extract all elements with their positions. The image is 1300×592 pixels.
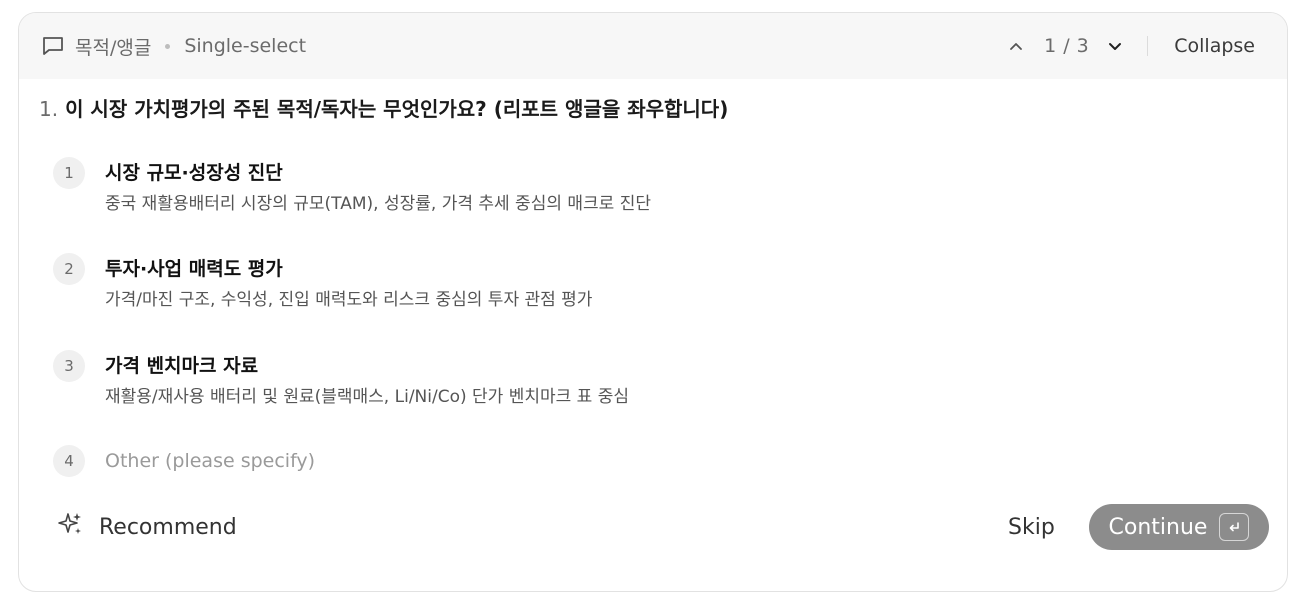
option-description: 재활용/재사용 배터리 및 원료(블랙매스, Li/Ni/Co) 단가 벤치마크… xyxy=(105,387,629,407)
header-right: 1 / 3 Collapse xyxy=(1006,13,1255,79)
card-header: 목적/앵글 Single-select 1 / 3 Collapse xyxy=(19,13,1287,79)
question-number: 1. xyxy=(39,97,59,121)
option-description: 중국 재활용배터리 시장의 규모(TAM), 성장률, 가격 추세 중심의 매크… xyxy=(105,194,651,214)
question-title: 1. 이 시장 가치평가의 주된 목적/독자는 무엇인가요? (리포트 앵글을 … xyxy=(39,93,728,122)
option-1[interactable]: 1 시장 규모·성장성 진단 중국 재활용배터리 시장의 규모(TAM), 성장… xyxy=(53,157,651,215)
option-content: 시장 규모·성장성 진단 중국 재활용배터리 시장의 규모(TAM), 성장률,… xyxy=(105,161,651,215)
recommend-label: Recommend xyxy=(99,514,237,540)
continue-button[interactable]: Continue xyxy=(1089,504,1269,550)
chevron-down-icon[interactable] xyxy=(1105,36,1125,56)
header-divider xyxy=(1147,36,1149,56)
option-title: 시장 규모·성장성 진단 xyxy=(105,162,283,184)
option-title: 가격 벤치마크 자료 xyxy=(105,355,259,377)
option-content: 가격 벤치마크 자료 재활용/재사용 배터리 및 원료(블랙매스, Li/Ni/… xyxy=(105,354,629,408)
option-description: 가격/마진 구조, 수익성, 진입 매력도와 리스크 중심의 투자 관점 평가 xyxy=(105,290,593,310)
question-card: 목적/앵글 Single-select 1 / 3 Collapse 1. 이 … xyxy=(18,12,1288,592)
header-mode: Single-select xyxy=(184,35,307,57)
header-left: 목적/앵글 Single-select xyxy=(41,33,306,60)
option-index-badge: 2 xyxy=(53,253,85,285)
pager-indicator: 1 / 3 xyxy=(1044,35,1090,57)
option-index-badge: 4 xyxy=(53,445,85,477)
card-footer: Recommend Skip Continue xyxy=(19,501,1287,553)
option-title: 투자·사업 매력도 평가 xyxy=(105,258,283,280)
chevron-up-icon[interactable] xyxy=(1006,36,1026,56)
recommend-button[interactable]: Recommend xyxy=(57,501,237,553)
enter-key-icon xyxy=(1219,513,1250,541)
option-content: Other (please specify) xyxy=(105,449,315,473)
option-other[interactable]: 4 Other (please specify) xyxy=(53,445,315,477)
comment-icon xyxy=(41,35,65,57)
option-3[interactable]: 3 가격 벤치마크 자료 재활용/재사용 배터리 및 원료(블랙매스, Li/N… xyxy=(53,350,629,408)
option-index-badge: 1 xyxy=(53,157,85,189)
skip-button[interactable]: Skip xyxy=(1008,501,1055,553)
question-text: 이 시장 가치평가의 주된 목적/독자는 무엇인가요? (리포트 앵글을 좌우합… xyxy=(65,97,729,121)
sparkle-icon xyxy=(57,511,83,543)
collapse-button[interactable]: Collapse xyxy=(1174,35,1255,57)
option-other-label: Other (please specify) xyxy=(105,450,316,472)
separator-dot xyxy=(165,43,171,49)
continue-label: Continue xyxy=(1108,514,1208,540)
option-2[interactable]: 2 투자·사업 매력도 평가 가격/마진 구조, 수익성, 진입 매력도와 리스… xyxy=(53,253,592,311)
option-content: 투자·사업 매력도 평가 가격/마진 구조, 수익성, 진입 매력도와 리스크 … xyxy=(105,257,592,311)
header-category: 목적/앵글 xyxy=(75,36,152,59)
option-index-badge: 3 xyxy=(53,350,85,382)
